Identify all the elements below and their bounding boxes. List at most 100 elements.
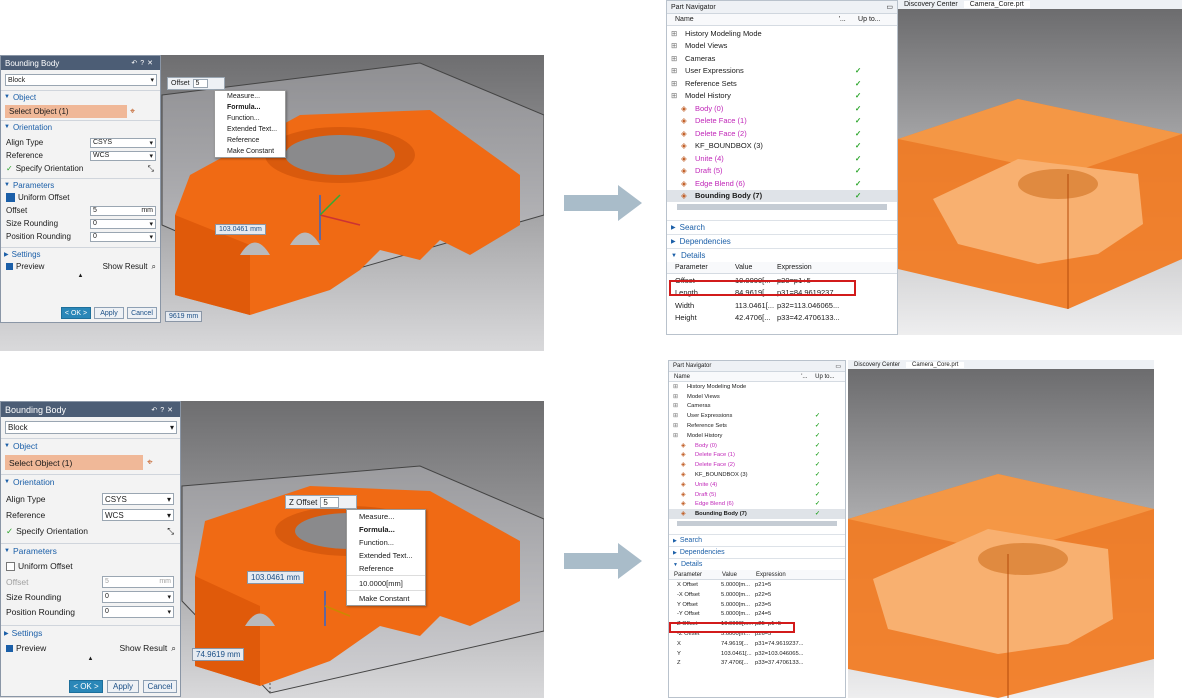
preview-checkbox[interactable] bbox=[6, 644, 13, 652]
menu-item-extended-text[interactable]: Extended Text... bbox=[347, 549, 425, 562]
menu-item-function[interactable]: Function... bbox=[215, 113, 285, 124]
orientation-icon[interactable]: ⤡ bbox=[148, 164, 154, 174]
details-col-parameter[interactable]: Parameter bbox=[667, 264, 735, 271]
reference-select[interactable]: WCS ▾ bbox=[102, 509, 174, 521]
top-result-viewport[interactable] bbox=[898, 9, 1182, 335]
show-result-label[interactable]: Show Result bbox=[103, 262, 148, 271]
collapse-arrow-icon[interactable]: ▲ bbox=[1, 273, 160, 279]
tree-row[interactable]: ◈ KF_BOUNDBOX (3) ✓ bbox=[669, 470, 845, 480]
tree-row[interactable]: ◈ Delete Face (1) ✓ bbox=[669, 451, 845, 461]
orientation-section[interactable]: ▼ Orientation bbox=[1, 474, 180, 489]
search-section[interactable]: ▶ Search bbox=[667, 220, 897, 234]
tree-row[interactable]: ◈ Delete Face (2) ✓ bbox=[667, 127, 897, 140]
column-2[interactable]: '... bbox=[839, 16, 858, 23]
settings-section[interactable]: ▶ Settings bbox=[1, 625, 180, 640]
uniform-offset-checkbox[interactable] bbox=[6, 193, 15, 202]
orientation-section[interactable]: ▼ Orientation bbox=[1, 120, 160, 133]
tree-row[interactable]: ⊞ Cameras bbox=[669, 402, 845, 412]
object-section[interactable]: ▼ Object bbox=[1, 438, 180, 453]
ok-button[interactable]: < OK > bbox=[61, 307, 91, 319]
reference-select[interactable]: WCS ▾ bbox=[90, 150, 156, 161]
bottom-dimension-label-1[interactable]: 103.0461 mm bbox=[247, 571, 304, 584]
top-offset-field[interactable]: Offset 5 bbox=[167, 77, 225, 90]
column-name[interactable]: Name bbox=[667, 16, 839, 23]
details-col-expression[interactable]: Expression bbox=[777, 264, 847, 271]
menu-item-extended-text[interactable]: Extended Text... bbox=[215, 124, 285, 135]
size-rounding-select[interactable]: 0 ▾ bbox=[90, 218, 156, 229]
offset-field-value[interactable]: 5 bbox=[192, 79, 209, 88]
offset-field-value[interactable]: 5 bbox=[320, 496, 339, 508]
tree-row[interactable]: ⊞ Model Views bbox=[667, 40, 897, 53]
menu-item-make-constant[interactable]: Make Constant bbox=[215, 146, 285, 157]
specify-orientation-label[interactable]: Specify Orientation bbox=[16, 526, 167, 536]
top-dimension-label-2[interactable]: 9619 mm bbox=[165, 311, 203, 322]
cancel-button[interactable]: Cancel bbox=[127, 307, 157, 319]
menu-item-reference[interactable]: Reference bbox=[215, 135, 285, 146]
details-row[interactable]: Height 42.4706[... p33=42.4706133... bbox=[667, 312, 897, 325]
column-up-to[interactable]: Up to... bbox=[815, 374, 845, 380]
details-row[interactable]: X 74.9619[... p31=74.9619237... bbox=[669, 639, 845, 649]
tree-row[interactable]: ◈ Edge Blend (6) ✓ bbox=[669, 500, 845, 510]
column-name[interactable]: Name bbox=[669, 374, 801, 380]
search-section[interactable]: ▶ Search bbox=[669, 534, 845, 546]
type-select[interactable]: Block ▾ bbox=[5, 421, 177, 434]
bottom-dimension-label-2[interactable]: 74.9619 mm bbox=[192, 648, 245, 661]
orientation-icon[interactable]: ⤡ bbox=[167, 526, 174, 537]
menu-item-measure[interactable]: Measure... bbox=[215, 91, 285, 102]
tree-row[interactable]: ◈ Draft (5) ✓ bbox=[667, 165, 897, 178]
crosshair-icon[interactable]: ⌖ bbox=[130, 106, 135, 117]
tree-row[interactable]: ◈ Body (0) ✓ bbox=[669, 441, 845, 451]
tab-discovery-center[interactable]: Discovery Center bbox=[898, 1, 964, 8]
tree-row[interactable]: ⊞ Model History ✓ bbox=[669, 431, 845, 441]
tree-row[interactable]: ⊞ History Modeling Mode bbox=[667, 27, 897, 40]
column-up-to[interactable]: Up to... bbox=[858, 16, 897, 23]
details-row[interactable]: Y Offset 5.0000[m... p23=5 bbox=[669, 600, 845, 610]
menu-item-function[interactable]: Function... bbox=[347, 536, 425, 549]
details-row[interactable]: -Y Offset 5.0000[m... p24=5 bbox=[669, 610, 845, 620]
ok-button[interactable]: < OK > bbox=[69, 680, 103, 693]
dependencies-section[interactable]: ▶ Dependencies bbox=[669, 546, 845, 558]
tree-row[interactable]: ◈ Body (0) ✓ bbox=[667, 102, 897, 115]
menu-item-make-constant[interactable]: Make Constant bbox=[347, 590, 425, 605]
preview-checkbox[interactable] bbox=[6, 263, 13, 270]
tab-camera-core[interactable]: Camera_Core.prt bbox=[906, 361, 965, 368]
specify-orientation-label[interactable]: Specify Orientation bbox=[16, 164, 148, 173]
tree-row[interactable]: ⊞ History Modeling Mode bbox=[669, 382, 845, 392]
magnifier-icon[interactable]: ⌕ bbox=[152, 262, 156, 272]
apply-button[interactable]: Apply bbox=[94, 307, 124, 319]
settings-section[interactable]: ▶ Settings bbox=[1, 247, 160, 260]
collapse-arrow-icon[interactable]: ▲ bbox=[1, 656, 180, 662]
magnifier-icon[interactable]: ⌕ bbox=[171, 643, 176, 654]
parameters-section[interactable]: ▼ Parameters bbox=[1, 543, 180, 558]
tree-row[interactable]: ◈ Unite (4) ✓ bbox=[669, 480, 845, 490]
column-2[interactable]: '... bbox=[801, 374, 815, 380]
show-result-label[interactable]: Show Result bbox=[120, 643, 168, 653]
bottom-result-viewport[interactable] bbox=[848, 369, 1154, 698]
tree-row[interactable]: ⊞ Reference Sets ✓ bbox=[669, 421, 845, 431]
details-section[interactable]: ▼ Details bbox=[669, 558, 845, 570]
details-row[interactable]: X Offset 5.0000[m... p21=5 bbox=[669, 580, 845, 590]
top-dimension-label-1[interactable]: 103.0461 mm bbox=[215, 224, 266, 235]
tree-row[interactable]: ◈ Delete Face (2) ✓ bbox=[669, 460, 845, 470]
details-section[interactable]: ▼ Details bbox=[667, 248, 897, 262]
details-col-value[interactable]: Value bbox=[722, 572, 756, 578]
dialog-title-icons[interactable]: ↶?✕ bbox=[131, 59, 156, 67]
menu-item-recent-value[interactable]: 10.0000[mm] bbox=[347, 575, 425, 590]
details-row[interactable]: Y 103.0461[... p32=103.046065... bbox=[669, 649, 845, 659]
size-rounding-select[interactable]: 0 ▾ bbox=[102, 590, 174, 603]
horizontal-scrollbar[interactable] bbox=[677, 204, 887, 210]
type-select[interactable]: Block ▾ bbox=[5, 74, 157, 86]
cancel-button[interactable]: Cancel bbox=[143, 680, 177, 693]
tree-row[interactable]: ⊞ Model History ✓ bbox=[667, 90, 897, 103]
dependencies-section[interactable]: ▶ Dependencies bbox=[667, 234, 897, 248]
crosshair-icon[interactable]: ⌖ bbox=[147, 457, 153, 468]
details-col-value[interactable]: Value bbox=[735, 264, 777, 271]
align-type-select[interactable]: CSYS ▾ bbox=[90, 137, 156, 148]
horizontal-scrollbar[interactable] bbox=[677, 521, 837, 527]
details-row[interactable]: Width 113.0461[... p32=113.046065... bbox=[667, 299, 897, 312]
tab-discovery-center[interactable]: Discovery Center bbox=[848, 362, 906, 368]
maximize-icon[interactable]: ▭ bbox=[886, 3, 893, 11]
menu-item-reference[interactable]: Reference bbox=[347, 562, 425, 575]
tree-row[interactable]: ◈ Draft (5) ✓ bbox=[669, 490, 845, 500]
select-object[interactable]: Select Object (1) bbox=[5, 105, 127, 118]
